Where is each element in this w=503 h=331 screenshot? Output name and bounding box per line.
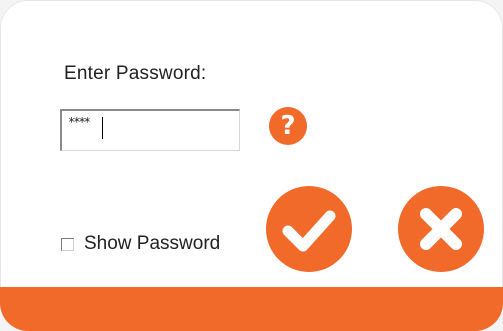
password-dialog: Enter Password: **** ? Show Password — [0, 0, 503, 331]
text-caret — [102, 117, 103, 139]
cancel-button[interactable] — [398, 186, 484, 272]
password-masked-value: **** — [68, 115, 91, 129]
checkbox-box[interactable] — [61, 237, 74, 251]
help-button[interactable]: ? — [269, 107, 307, 145]
ok-button[interactable] — [266, 186, 352, 272]
password-input[interactable]: **** — [60, 109, 240, 151]
show-password-label: Show Password — [84, 233, 221, 254]
footer-accent-bar — [0, 287, 503, 331]
x-icon — [420, 208, 462, 250]
checkmark-icon — [282, 210, 336, 252]
enter-password-label: Enter Password: — [64, 63, 207, 84]
question-mark-icon: ? — [280, 111, 296, 141]
show-password-checkbox[interactable]: Show Password — [61, 233, 220, 255]
